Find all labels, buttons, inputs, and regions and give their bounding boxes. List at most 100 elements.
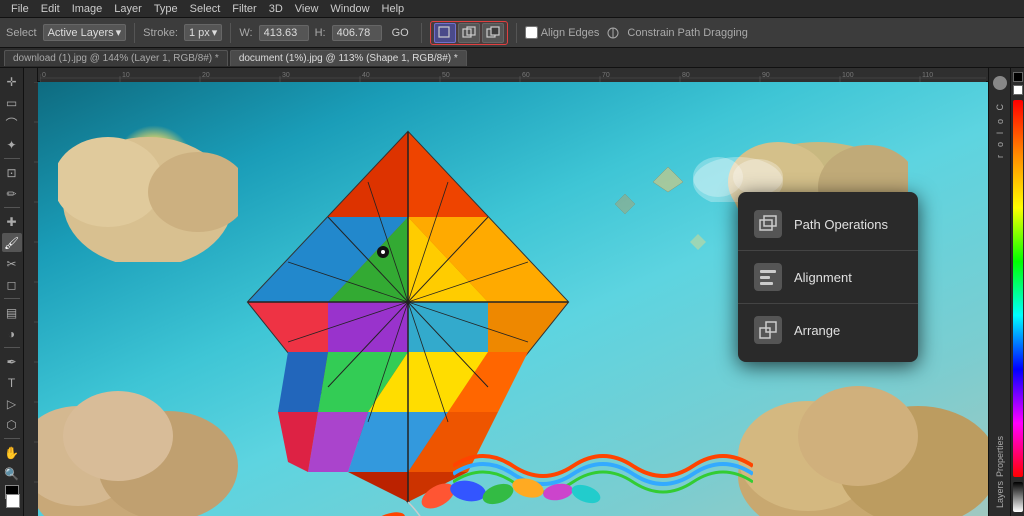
menu-layer[interactable]: Layer [109, 2, 147, 16]
menu-edit[interactable]: Edit [36, 2, 65, 16]
menu-view[interactable]: View [290, 2, 324, 16]
fg-swatch[interactable] [1013, 72, 1023, 82]
tool-move[interactable]: ✛ [2, 72, 22, 91]
tool-zoom[interactable]: 🔍 [2, 464, 22, 483]
tool-eyedropper[interactable]: ✏ [2, 184, 22, 203]
stroke-dropdown[interactable]: 1 px ▾ [184, 24, 222, 41]
path-op-combine-button[interactable] [458, 23, 480, 43]
popup-item-arrange[interactable]: Arrange [738, 306, 918, 354]
popup-item-alignment[interactable]: Alignment [738, 253, 918, 301]
h-label: H: [315, 27, 326, 39]
tab-document[interactable]: document (1%).jpg @ 113% (Shape 1, RGB/8… [230, 50, 467, 66]
tool-divider-5 [4, 438, 20, 439]
path-op-subtract-button[interactable] [482, 23, 504, 43]
color-icon[interactable] [993, 76, 1007, 90]
tool-magic-wand[interactable]: ✦ [2, 135, 22, 154]
constrain-path-label: Constrain Path Dragging [627, 27, 747, 39]
canvas-area[interactable]: 0 10 20 30 40 50 60 70 80 90 1 [24, 68, 988, 516]
gray-bar[interactable] [1013, 482, 1023, 512]
right-panel-text: C [995, 104, 1005, 111]
path-operations-group [430, 21, 508, 45]
scatter-3 [688, 232, 708, 257]
bg-swatch[interactable] [1013, 85, 1023, 95]
right-panel-text3: l [995, 132, 1005, 134]
tool-path-select[interactable]: ▷ [2, 394, 22, 413]
scatter-1 [648, 162, 688, 207]
separator-4 [516, 23, 517, 43]
svg-text:80: 80 [682, 72, 690, 79]
tool-hand[interactable]: ✋ [2, 443, 22, 462]
svg-text:20: 20 [202, 72, 210, 79]
tool-heal[interactable]: ✚ [2, 212, 22, 231]
tool-crop[interactable]: ⊡ [2, 163, 22, 182]
background-color[interactable] [6, 494, 20, 508]
tool-gradient[interactable]: ▤ [2, 303, 22, 322]
separator-1 [134, 23, 135, 43]
menu-image[interactable]: Image [67, 2, 108, 16]
tool-type[interactable]: T [2, 373, 22, 392]
popup-divider-1 [738, 250, 918, 251]
select-label: Select [6, 27, 37, 39]
tool-brush[interactable]: 🖌 [2, 233, 22, 252]
menu-help[interactable]: Help [377, 2, 410, 16]
menu-select[interactable]: Select [185, 2, 226, 16]
main-area: ✛ ▭ ⌒ ✦ ⊡ ✏ ✚ 🖌 ✂ ◻ ▤ ◑ ✒ T ▷ ⬡ ✋ 🔍 [0, 68, 1024, 516]
stroke-label: Stroke: [143, 27, 178, 39]
svg-text:110: 110 [922, 72, 933, 79]
tab-download[interactable]: download (1).jpg @ 144% (Layer 1, RGB/8#… [4, 50, 228, 66]
tab-bar: download (1).jpg @ 144% (Layer 1, RGB/8#… [0, 48, 1024, 68]
properties-label[interactable]: Properties [995, 436, 1005, 477]
popup-divider-2 [738, 303, 918, 304]
right-panel-bottom: Properties Layers [995, 436, 1005, 512]
menu-file[interactable]: File [6, 2, 34, 16]
color-panel [1010, 68, 1024, 516]
ruler-top: 0 10 20 30 40 50 60 70 80 90 1 [38, 68, 988, 82]
go-button[interactable]: GO [388, 26, 413, 40]
ruler-left [24, 68, 38, 516]
svg-text:30: 30 [282, 72, 290, 79]
right-panel-text4: o [995, 142, 1005, 147]
active-layers-dropdown[interactable]: Active Layers ▾ [43, 24, 127, 41]
toolbox: ✛ ▭ ⌒ ✦ ⊡ ✏ ✚ 🖌 ✂ ◻ ▤ ◑ ✒ T ▷ ⬡ ✋ 🔍 [0, 68, 24, 516]
tool-lasso[interactable]: ⌒ [2, 114, 22, 133]
layers-label[interactable]: Layers [995, 481, 1005, 508]
menu-filter[interactable]: Filter [227, 2, 261, 16]
arrange-label: Arrange [794, 323, 840, 338]
svg-text:50: 50 [442, 72, 450, 79]
menu-bar: File Edit Image Layer Type Select Filter… [0, 0, 1024, 18]
separator-2 [230, 23, 231, 43]
svg-text:60: 60 [522, 72, 530, 79]
svg-text:40: 40 [362, 72, 370, 79]
tool-dodge[interactable]: ◑ [2, 324, 22, 343]
color-gradient-bar[interactable] [1013, 100, 1023, 477]
menu-type[interactable]: Type [149, 2, 183, 16]
path-op-new-button[interactable] [434, 23, 456, 43]
toolbar: Select Active Layers ▾ Stroke: 1 px ▾ W:… [0, 18, 1024, 48]
align-edges-icon[interactable] [605, 25, 621, 41]
tool-pen[interactable]: ✒ [2, 352, 22, 371]
menu-3d[interactable]: 3D [264, 2, 288, 16]
align-edges-checkbox[interactable] [525, 26, 538, 39]
alignment-label: Alignment [794, 270, 852, 285]
path-operations-label: Path Operations [794, 217, 888, 232]
tool-select-rect[interactable]: ▭ [2, 93, 22, 112]
align-edges-label: Align Edges [525, 26, 600, 39]
arrange-icon [754, 316, 782, 344]
tool-clone[interactable]: ✂ [2, 254, 22, 273]
tool-eraser[interactable]: ◻ [2, 275, 22, 294]
path-ops-icon [754, 210, 782, 238]
menu-window[interactable]: Window [325, 2, 374, 16]
svg-text:90: 90 [762, 72, 770, 79]
svg-text:100: 100 [842, 72, 854, 79]
canvas-content: Path Operations Alignment [38, 82, 988, 516]
h-input[interactable] [332, 25, 382, 41]
cloud-top-left [58, 102, 238, 262]
tool-divider-3 [4, 298, 20, 299]
popup-menu: Path Operations Alignment [738, 192, 918, 362]
tool-shape[interactable]: ⬡ [2, 415, 22, 434]
right-panel-text5: r [995, 155, 1005, 158]
right-panel-text2: o [995, 119, 1005, 124]
svg-text:0: 0 [42, 72, 46, 79]
popup-item-path-operations[interactable]: Path Operations [738, 200, 918, 248]
w-input[interactable] [259, 25, 309, 41]
